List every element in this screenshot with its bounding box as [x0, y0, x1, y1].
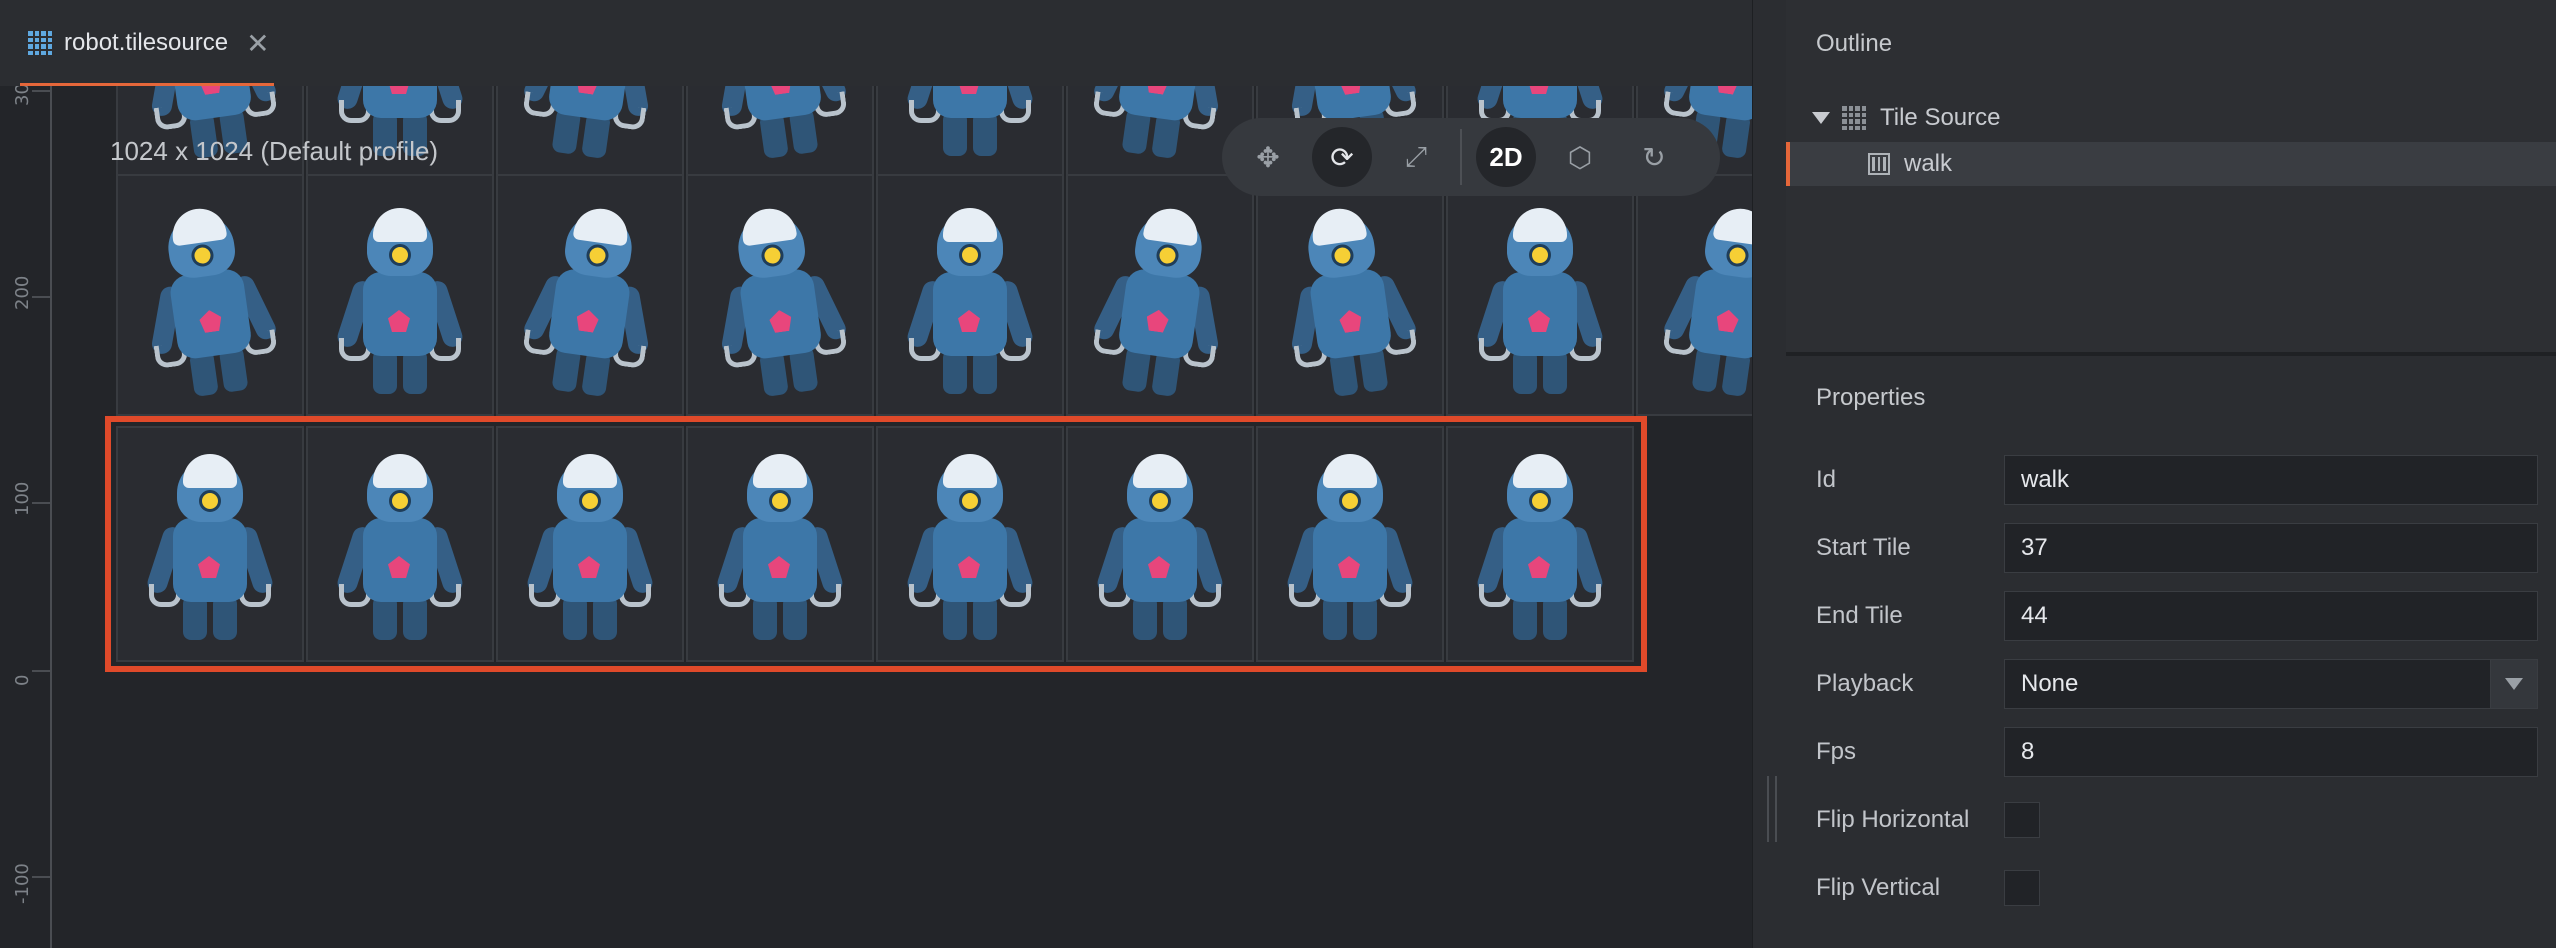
robot-sprite-icon	[1474, 208, 1606, 404]
scene-viewport[interactable]: 300 200 100 0 -100 1024 x 1024 (Default …	[0, 86, 1752, 948]
playback-select[interactable]: None	[2004, 659, 2538, 709]
robot-sprite-icon	[1660, 205, 1752, 410]
id-label: Id	[1816, 466, 1837, 493]
scale-tool-icon[interactable]: ⤢	[1386, 127, 1446, 187]
flip-horizontal-label: Flip Horizontal	[1816, 806, 1970, 833]
toolbar-divider	[1460, 129, 1462, 185]
robot-sprite-icon	[904, 208, 1036, 404]
robot-sprite-icon	[1284, 454, 1416, 650]
sprite-tile[interactable]	[1066, 426, 1254, 662]
playback-value: None	[2021, 670, 2079, 697]
chevron-down-icon	[2505, 678, 2523, 690]
robot-sprite-icon	[1094, 454, 1226, 650]
ruler-label: 200	[12, 275, 33, 310]
end-tile-label: End Tile	[1816, 602, 1903, 629]
sprite-tile[interactable]	[496, 426, 684, 662]
sprite-tile[interactable]	[496, 86, 684, 178]
move-tool-icon[interactable]: ✥	[1238, 127, 1298, 187]
editor-tab-bar: robot.tilesource ✕	[0, 0, 1752, 87]
robot-sprite-icon	[904, 454, 1036, 650]
fps-label: Fps	[1816, 738, 1857, 765]
sprite-tile[interactable]	[686, 174, 874, 416]
sprite-tile[interactable]	[496, 174, 684, 416]
sprite-tile[interactable]	[306, 426, 494, 662]
end-tile-field[interactable]: 44	[2004, 591, 2538, 641]
sprite-tile[interactable]	[876, 174, 1064, 416]
properties-panel: Properties Id walk Start Tile 37 End Til…	[1786, 356, 2556, 948]
sprite-tile[interactable]	[1636, 174, 1752, 416]
fps-value: 8	[2021, 738, 2035, 765]
sprite-tile[interactable]	[876, 86, 1064, 178]
id-field[interactable]: walk	[2004, 455, 2538, 505]
start-tile-value: 37	[2021, 534, 2048, 561]
flip-vertical-checkbox[interactable]	[2004, 870, 2040, 906]
start-tile-label: Start Tile	[1816, 534, 1911, 561]
dropdown-button[interactable]	[2490, 660, 2537, 708]
tree-item-walk[interactable]: walk	[1786, 142, 2556, 186]
ruler-label: -100	[12, 863, 33, 904]
rotate-tool-icon[interactable]: ⟳	[1312, 127, 1372, 187]
fps-field[interactable]: 8	[2004, 727, 2538, 777]
tab-robot-tilesource[interactable]: robot.tilesource ✕	[20, 0, 284, 86]
robot-sprite-icon	[904, 86, 1036, 166]
sprite-tile[interactable]	[1256, 426, 1444, 662]
sprite-tile[interactable]	[686, 426, 874, 662]
outline-title: Outline	[1816, 30, 1893, 57]
tilesource-grid-icon	[1842, 106, 1866, 130]
start-tile-field[interactable]: 37	[2004, 523, 2538, 573]
sprite-tile[interactable]	[876, 426, 1064, 662]
robot-sprite-icon	[520, 205, 657, 410]
selection-indicator	[1786, 142, 1790, 186]
playback-label: Playback	[1816, 670, 1914, 697]
flip-horizontal-checkbox[interactable]	[2004, 802, 2040, 838]
profile-label: 1024 x 1024 (Default profile)	[110, 136, 439, 166]
robot-sprite-icon	[712, 86, 850, 173]
chevron-down-icon[interactable]	[1812, 112, 1830, 124]
sprite-tile[interactable]	[306, 174, 494, 416]
sprite-tile[interactable]	[1446, 426, 1634, 662]
robot-sprite-icon	[334, 454, 466, 650]
close-icon[interactable]: ✕	[246, 27, 269, 60]
tree-item-label: walk	[1904, 150, 1953, 177]
ruler-label: 100	[12, 481, 33, 516]
end-tile-value: 44	[2021, 602, 2048, 629]
properties-title: Properties	[1816, 384, 1926, 411]
robot-sprite-icon	[1090, 205, 1227, 410]
2d-mode-button[interactable]: 2D	[1476, 127, 1536, 187]
sprite-tile[interactable]	[116, 426, 304, 662]
flip-vertical-label: Flip Vertical	[1816, 874, 1941, 901]
robot-sprite-icon	[334, 208, 466, 404]
sprite-tile[interactable]	[1066, 174, 1254, 416]
sprite-tile[interactable]	[1446, 174, 1634, 416]
robot-sprite-icon	[712, 205, 850, 410]
perspective-icon[interactable]: ⬡	[1550, 127, 1610, 187]
sprite-tile[interactable]	[116, 174, 304, 416]
scene-toolbar: ✥ ⟳ ⤢ 2D ⬡ ↻	[1222, 118, 1720, 196]
sprite-tile[interactable]	[1256, 174, 1444, 416]
robot-sprite-icon	[520, 86, 657, 173]
splitter-grip[interactable]	[1767, 776, 1777, 842]
outline-panel: Outline Tile Source walk	[1786, 0, 2556, 356]
robot-sprite-icon	[714, 454, 846, 650]
robot-sprite-icon	[524, 454, 656, 650]
robot-sprite-icon	[1090, 86, 1227, 173]
ruler-label: 0	[12, 674, 33, 686]
robot-sprite-icon	[144, 454, 276, 650]
reset-view-icon[interactable]: ↻	[1624, 127, 1684, 187]
robot-sprite-icon	[142, 205, 280, 410]
tab-label: robot.tilesource	[64, 29, 229, 56]
robot-sprite-icon	[1474, 454, 1606, 650]
id-value: walk	[2021, 466, 2070, 493]
animation-icon	[1868, 153, 1890, 175]
right-sidebar: Outline Tile Source walk Properties Id w…	[1786, 0, 2556, 948]
vertical-ruler: 300 200 100 0 -100	[12, 86, 52, 948]
robot-sprite-icon	[1282, 205, 1420, 410]
tree-item-tile-source[interactable]: Tile Source	[1786, 96, 2556, 140]
tilesource-grid-icon	[28, 31, 52, 55]
sprite-tile[interactable]	[686, 86, 874, 178]
panel-splitter[interactable]	[1752, 0, 1787, 948]
ruler-label: 300	[12, 86, 33, 106]
tree-item-label: Tile Source	[1880, 104, 2001, 131]
